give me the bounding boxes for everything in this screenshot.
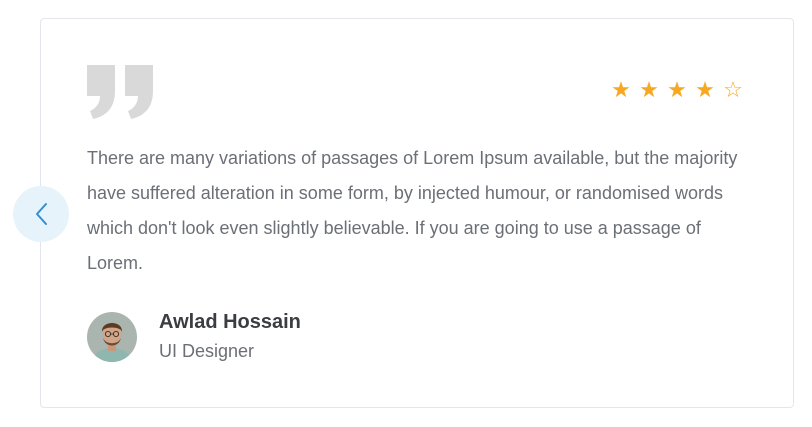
- star-icon: ★: [667, 77, 687, 102]
- author-block: Awlad Hossain UI Designer: [87, 309, 301, 365]
- author-name: Awlad Hossain: [159, 311, 301, 333]
- star-outline-icon: ☆: [723, 77, 743, 102]
- chevron-left-icon: [36, 203, 47, 225]
- previous-slide-button[interactable]: [13, 186, 69, 242]
- author-role: UI Designer: [159, 341, 255, 361]
- double-quote-icon: [87, 65, 153, 119]
- testimonial-text: There are many variations of passages of…: [87, 148, 738, 273]
- avatar: [87, 312, 137, 362]
- testimonial-card: ★ ★ ★ ★ ☆ There are many variations of p…: [40, 18, 794, 408]
- testimonial-slider: ★ ★ ★ ★ ☆ There are many variations of p…: [0, 0, 812, 427]
- star-rating: ★ ★ ★ ★ ☆: [609, 77, 745, 103]
- star-icon: ★: [695, 77, 715, 102]
- star-icon: ★: [639, 77, 659, 102]
- star-icon: ★: [611, 77, 631, 102]
- author-info: Awlad Hossain UI Designer: [159, 309, 301, 365]
